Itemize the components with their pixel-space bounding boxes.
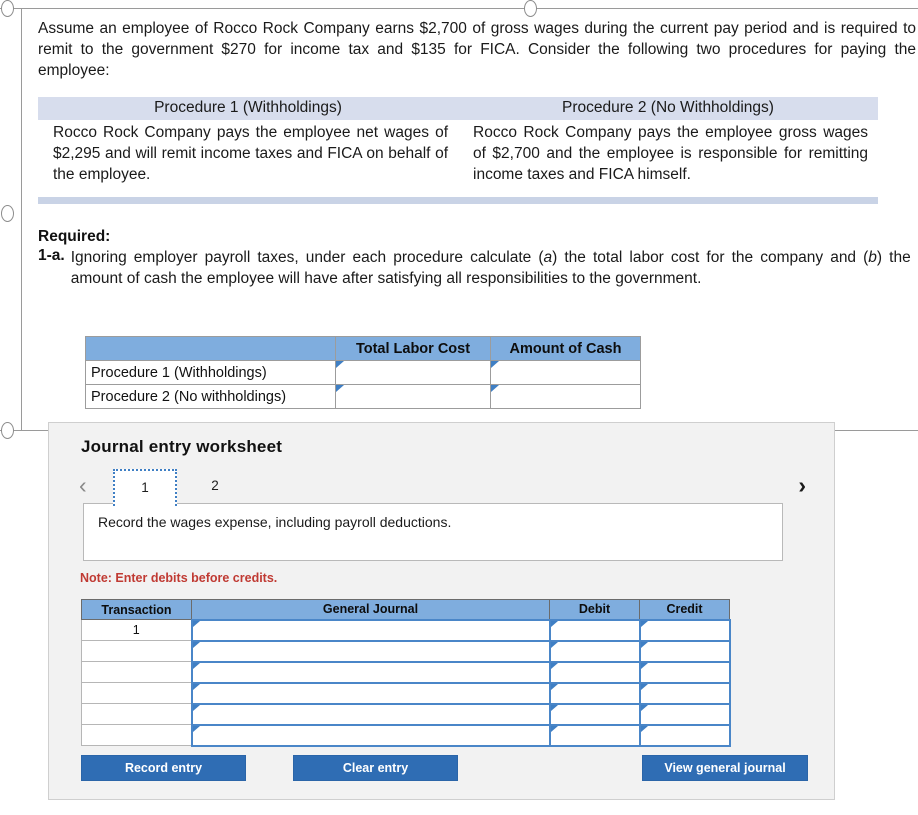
page-root: Assume an employee of Rocco Rock Company… xyxy=(0,0,918,815)
clear-entry-button[interactable]: Clear entry xyxy=(293,755,458,781)
worksheet-prompt-box: Record the wages expense, including payr… xyxy=(83,503,783,561)
answer-col-total-labor-cost-header: Total Labor Cost xyxy=(335,336,491,361)
answer-input-p2-total-labor-cost[interactable] xyxy=(335,384,491,409)
procedure-1-description: Rocco Rock Company pays the employee net… xyxy=(53,124,448,183)
journal-table-row: 1 xyxy=(81,618,731,642)
answer-input-p1-total-labor-cost[interactable] xyxy=(335,360,491,385)
procedure-1-header: Procedure 1 (Withholdings) xyxy=(38,97,458,120)
journal-input-credit[interactable] xyxy=(638,618,731,642)
required-section: Required: 1-a. Ignoring employer payroll… xyxy=(38,228,916,289)
journal-cell-transaction: 1 xyxy=(81,619,192,641)
journal-table-row xyxy=(81,723,731,747)
journal-input-general-journal[interactable] xyxy=(190,660,551,684)
question-intro-text: Assume an employee of Rocco Rock Company… xyxy=(38,20,916,79)
journal-input-debit[interactable] xyxy=(548,723,641,747)
splitter-top[interactable] xyxy=(0,8,918,9)
answer-row-label-procedure-2: Procedure 2 (No withholdings) xyxy=(85,384,336,409)
next-page-chevron-icon[interactable]: › xyxy=(798,471,806,499)
worksheet-prompt-text: Record the wages expense, including payr… xyxy=(98,514,452,530)
required-item-number: 1-a. xyxy=(38,247,65,264)
journal-input-credit[interactable] xyxy=(638,660,731,684)
journal-entry-worksheet-panel: Journal entry worksheet ‹ 1 2 › Record t… xyxy=(48,422,835,800)
resize-handle-left-middle[interactable] xyxy=(1,205,14,222)
journal-input-general-journal[interactable] xyxy=(190,681,551,705)
procedure-2-header: Procedure 2 (No Withholdings) xyxy=(458,97,878,120)
journal-col-transaction-header: Transaction xyxy=(81,599,192,620)
splitter-vertical[interactable] xyxy=(21,8,22,430)
question-body: Assume an employee of Rocco Rock Company… xyxy=(38,18,916,289)
answer-col-blank-header xyxy=(85,336,336,361)
worksheet-title: Journal entry worksheet xyxy=(81,437,283,456)
resize-handle-top-left[interactable] xyxy=(1,0,14,17)
journal-cell-transaction xyxy=(81,703,192,725)
journal-col-general-journal-header: General Journal xyxy=(191,599,550,620)
required-italic-a: a xyxy=(543,249,553,266)
journal-cell-transaction xyxy=(81,640,192,662)
answer-input-p1-amount-of-cash[interactable] xyxy=(490,360,641,385)
required-text-part-1: Ignoring employer payroll taxes, under e… xyxy=(70,249,544,266)
journal-input-credit[interactable] xyxy=(638,639,731,663)
answer-table: Total Labor Cost Amount of Cash Procedur… xyxy=(85,336,641,409)
answer-table-header-row: Total Labor Cost Amount of Cash xyxy=(85,336,641,361)
view-general-journal-button[interactable]: View general journal xyxy=(642,755,808,781)
journal-input-debit[interactable] xyxy=(548,660,641,684)
worksheet-tab-2[interactable]: 2 xyxy=(183,469,247,506)
journal-cell-transaction xyxy=(81,661,192,683)
answer-table-row: Procedure 2 (No withholdings) xyxy=(85,384,641,409)
journal-input-general-journal[interactable] xyxy=(190,702,551,726)
journal-table-row xyxy=(81,681,731,705)
worksheet-button-row: Record entry Clear entry View general jo… xyxy=(81,755,808,781)
procedures-header-row: Procedure 1 (Withholdings) Procedure 2 (… xyxy=(38,97,878,120)
journal-input-debit[interactable] xyxy=(548,681,641,705)
answer-input-p2-amount-of-cash[interactable] xyxy=(490,384,641,409)
journal-input-debit[interactable] xyxy=(548,702,641,726)
procedures-body-row: Rocco Rock Company pays the employee net… xyxy=(38,120,878,191)
journal-col-credit-header: Credit xyxy=(639,599,730,620)
answer-row-label-procedure-1: Procedure 1 (Withholdings) xyxy=(85,360,336,385)
journal-table-row xyxy=(81,660,731,684)
journal-header-row: Transaction General Journal Debit Credit xyxy=(81,599,730,620)
journal-input-debit[interactable] xyxy=(548,639,641,663)
answer-col-amount-of-cash-header: Amount of Cash xyxy=(490,336,641,361)
journal-table: Transaction General Journal Debit Credit… xyxy=(81,599,731,747)
required-item-text: Ignoring employer payroll taxes, under e… xyxy=(71,247,911,289)
required-label: Required: xyxy=(38,228,111,245)
record-entry-button[interactable]: Record entry xyxy=(81,755,246,781)
journal-input-credit[interactable] xyxy=(638,702,731,726)
answer-table-wrapper: Total Labor Cost Amount of Cash Procedur… xyxy=(85,336,641,409)
journal-input-general-journal[interactable] xyxy=(190,723,551,747)
worksheet-note: Note: Enter debits before credits. xyxy=(80,571,278,585)
journal-col-debit-header: Debit xyxy=(549,599,640,620)
journal-input-general-journal[interactable] xyxy=(190,618,551,642)
required-italic-b: b xyxy=(868,249,877,266)
journal-table-row xyxy=(81,639,731,663)
required-text-part-2: ) the total labor cost for the company a… xyxy=(552,249,869,266)
journal-input-general-journal[interactable] xyxy=(190,639,551,663)
worksheet-tab-strip: ‹ 1 2 › xyxy=(79,469,806,506)
journal-input-debit[interactable] xyxy=(548,618,641,642)
journal-cell-transaction xyxy=(81,724,192,746)
journal-input-credit[interactable] xyxy=(638,723,731,747)
required-item-1a: 1-a. Ignoring employer payroll taxes, un… xyxy=(38,247,916,289)
answer-table-row: Procedure 1 (Withholdings) xyxy=(85,360,641,385)
procedures-table: Procedure 1 (Withholdings) Procedure 2 (… xyxy=(38,97,878,191)
procedure-2-description: Rocco Rock Company pays the employee gro… xyxy=(473,124,868,183)
journal-table-row xyxy=(81,702,731,726)
resize-handle-bottom-left[interactable] xyxy=(1,422,14,439)
previous-page-chevron-icon[interactable]: ‹ xyxy=(79,471,87,499)
journal-table-wrapper: Transaction General Journal Debit Credit… xyxy=(81,599,731,747)
journal-cell-transaction xyxy=(81,682,192,704)
resize-handle-top-center[interactable] xyxy=(524,0,537,17)
worksheet-tab-1[interactable]: 1 xyxy=(113,469,177,506)
journal-input-credit[interactable] xyxy=(638,681,731,705)
section-divider-band xyxy=(38,197,878,204)
